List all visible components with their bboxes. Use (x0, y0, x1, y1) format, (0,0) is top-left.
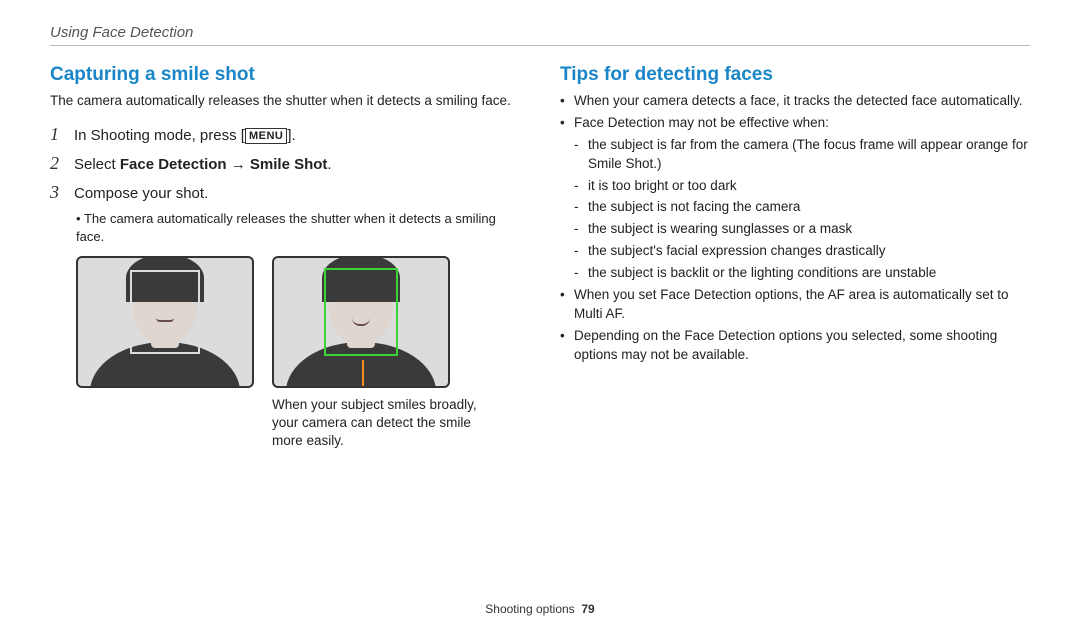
tip-subitem: the subject is wearing sunglasses or a m… (574, 220, 1030, 239)
focus-frame (130, 270, 200, 354)
step-3-text: Compose your shot. (74, 183, 208, 205)
step-1-text-a: In Shooting mode, press [ (74, 127, 245, 144)
tip-subitem: the subject is backlit or the lighting c… (574, 264, 1030, 283)
tip-subitem: it is too bright or too dark (574, 177, 1030, 196)
step-2-select: Select (74, 156, 120, 173)
step-number: 2 (50, 153, 64, 174)
tip-item: Depending on the Face Detection options … (560, 327, 1030, 365)
example-image-smile (272, 256, 450, 388)
step-2-period: . (327, 156, 331, 173)
breadcrumb: Using Face Detection (50, 24, 1030, 41)
step-1-text-b: ]. (287, 127, 295, 144)
footer-section: Shooting options (485, 602, 574, 616)
tip-item: Face Detection may not be effective when… (560, 114, 1030, 133)
callout-connector (362, 360, 364, 388)
example-image-neutral (76, 256, 254, 388)
footer-page-number: 79 (581, 602, 594, 616)
section-title-tips: Tips for detecting faces (560, 64, 1030, 86)
tip-subitem: the subject is not facing the camera (574, 198, 1030, 217)
divider (50, 45, 1030, 46)
focus-frame-detected (324, 268, 398, 356)
image-caption: When your subject smiles broadly, your c… (272, 396, 502, 451)
step-2-arrow: → (227, 156, 250, 173)
intro-text: The camera automatically releases the sh… (50, 92, 520, 110)
left-column: Capturing a smile shot The camera automa… (50, 64, 520, 450)
step-1: 1 In Shooting mode, press [MENU]. (50, 124, 520, 147)
menu-button-glyph: MENU (245, 128, 287, 144)
tip-subitem: the subject's facial expression changes … (574, 242, 1030, 261)
section-title-capturing: Capturing a smile shot (50, 64, 520, 86)
step-2-face-detection: Face Detection (120, 156, 227, 173)
tip-item: When your camera detects a face, it trac… (560, 92, 1030, 111)
tip-subitem: the subject is far from the camera (The … (574, 136, 1030, 174)
tip-item: When you set Face Detection options, the… (560, 286, 1030, 324)
step-2-smile-shot: Smile Shot (250, 156, 328, 173)
right-column: Tips for detecting faces When your camer… (560, 64, 1030, 450)
step-number: 3 (50, 182, 64, 203)
step-2: 2 Select Face Detection → Smile Shot. (50, 153, 520, 176)
step-number: 1 (50, 124, 64, 145)
page-footer: Shooting options 79 (0, 602, 1080, 616)
step-3: 3 Compose your shot. (50, 182, 520, 205)
step-3-subnote: The camera automatically releases the sh… (76, 210, 520, 245)
